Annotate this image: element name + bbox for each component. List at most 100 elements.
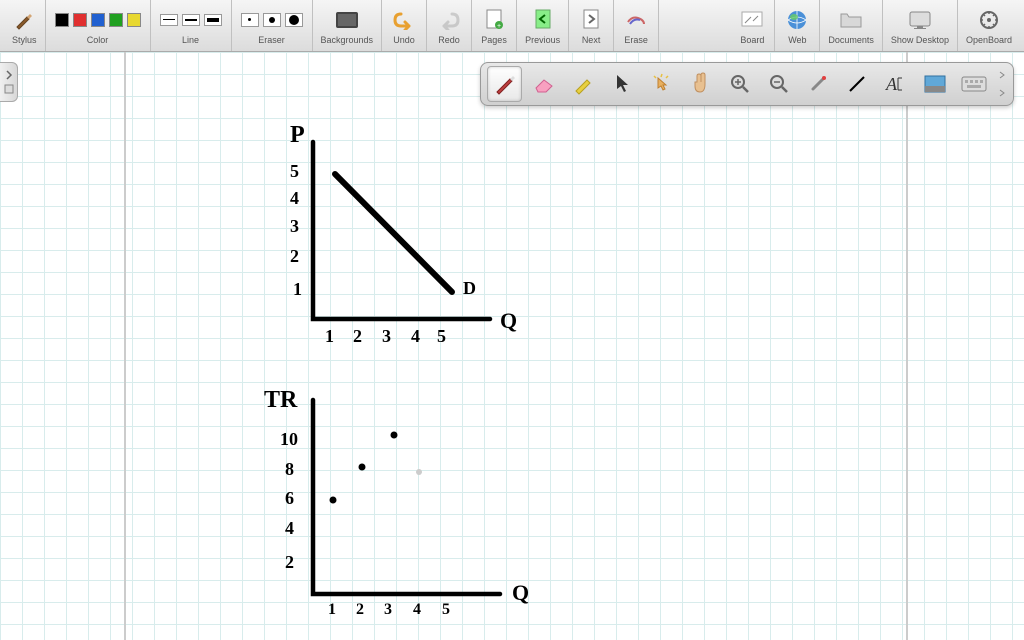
- page-mini-icon: [4, 84, 14, 94]
- erase-label: Erase: [624, 35, 648, 45]
- documents-group[interactable]: Documents: [820, 0, 883, 51]
- eraser-large[interactable]: [285, 13, 303, 27]
- pen-tool[interactable]: [487, 66, 522, 102]
- graph2-xlabel: Q: [512, 580, 529, 605]
- line-group[interactable]: Line: [151, 0, 232, 51]
- svg-text:10: 10: [280, 429, 298, 449]
- previous-icon: [529, 7, 557, 33]
- svg-text:8: 8: [285, 459, 294, 479]
- svg-text:3: 3: [290, 216, 299, 236]
- demand-label: D: [463, 278, 476, 298]
- graph1-xlabel: Q: [500, 308, 517, 333]
- highlighter-tool[interactable]: [565, 66, 600, 102]
- erase-group[interactable]: Erase: [614, 0, 659, 51]
- graph2-ylabel: TR: [264, 387, 298, 413]
- board-group[interactable]: Board: [730, 0, 775, 51]
- openboard-group[interactable]: OpenBoard: [958, 0, 1020, 51]
- pages-group[interactable]: + Pages: [472, 0, 517, 51]
- color-yellow[interactable]: [127, 13, 141, 27]
- undo-label: Undo: [393, 35, 415, 45]
- backgrounds-group[interactable]: Backgrounds: [313, 0, 383, 51]
- pages-icon: +: [480, 7, 508, 33]
- chevron-right-icon: [5, 70, 13, 80]
- svg-text:A: A: [885, 74, 898, 94]
- graph-1: P Q 5 4 3 2 1 1 2 3 4 5 D: [290, 122, 517, 346]
- color-blue[interactable]: [91, 13, 105, 27]
- openboard-icon: [975, 7, 1003, 33]
- previous-label: Previous: [525, 35, 560, 45]
- redo-group[interactable]: Redo: [427, 0, 472, 51]
- svg-text:3: 3: [382, 326, 391, 346]
- zoom-out-tool[interactable]: [761, 66, 796, 102]
- color-label: Color: [87, 35, 109, 45]
- previous-group[interactable]: Previous: [517, 0, 569, 51]
- pages-label: Pages: [481, 35, 507, 45]
- undo-group[interactable]: Undo: [382, 0, 427, 51]
- graph1-ylabel: P: [290, 122, 305, 148]
- svg-text:6: 6: [285, 488, 294, 508]
- svg-text:1: 1: [328, 601, 336, 618]
- color-green[interactable]: [109, 13, 123, 27]
- color-red[interactable]: [73, 13, 87, 27]
- next-label: Next: [582, 35, 601, 45]
- pointer-tool[interactable]: [605, 66, 640, 102]
- scatter-point-1: [330, 497, 337, 504]
- web-label: Web: [788, 35, 806, 45]
- zoom-in-tool[interactable]: [722, 66, 757, 102]
- show-desktop-icon: [906, 7, 934, 33]
- next-icon: [577, 7, 605, 33]
- capture-tool[interactable]: [918, 66, 953, 102]
- line-medium[interactable]: [182, 14, 200, 26]
- undo-icon: [390, 7, 418, 33]
- floating-toolbar[interactable]: A: [480, 62, 1014, 106]
- demand-line: [335, 174, 452, 292]
- svg-text:3: 3: [384, 601, 392, 618]
- board-label: Board: [740, 35, 764, 45]
- color-black[interactable]: [55, 13, 69, 27]
- interact-tool[interactable]: [644, 66, 679, 102]
- scatter-point-2: [359, 464, 366, 471]
- scatter-point-faint: [416, 469, 422, 475]
- canvas[interactable]: P Q 5 4 3 2 1 1 2 3 4 5 D TR: [0, 52, 1024, 640]
- svg-text:2: 2: [356, 601, 364, 618]
- eraser-small[interactable]: [241, 13, 259, 27]
- erase-icon: [622, 7, 650, 33]
- board-icon: [738, 7, 766, 33]
- eraser-group[interactable]: Eraser: [232, 0, 313, 51]
- graph-2: TR Q 10 8 6 4 2 1 2 3 4 5: [264, 387, 529, 618]
- eraser-label: Eraser: [258, 35, 285, 45]
- next-group[interactable]: Next: [569, 0, 614, 51]
- redo-label: Redo: [438, 35, 460, 45]
- web-group[interactable]: Web: [775, 0, 820, 51]
- backgrounds-icon: [333, 7, 361, 33]
- svg-text:5: 5: [437, 326, 446, 346]
- laser-tool[interactable]: [800, 66, 835, 102]
- color-group[interactable]: Color: [46, 0, 151, 51]
- line-label: Line: [182, 35, 199, 45]
- main-toolbar: Stylus Color Line Eraser: [0, 0, 1024, 52]
- keyboard-tool[interactable]: [957, 66, 992, 102]
- hand-tool[interactable]: [683, 66, 718, 102]
- text-tool[interactable]: A: [879, 66, 914, 102]
- stylus-label: Stylus: [12, 35, 37, 45]
- svg-text:4: 4: [290, 188, 299, 208]
- line-thick[interactable]: [204, 14, 222, 26]
- svg-text:4: 4: [285, 518, 294, 538]
- eraser-medium[interactable]: [263, 13, 281, 27]
- svg-text:4: 4: [413, 601, 421, 618]
- svg-text:1: 1: [325, 326, 334, 346]
- side-panel-toggle[interactable]: [0, 62, 18, 102]
- documents-label: Documents: [828, 35, 874, 45]
- svg-text:4: 4: [411, 326, 420, 346]
- show-desktop-group[interactable]: Show Desktop: [883, 0, 958, 51]
- svg-text:5: 5: [290, 161, 299, 181]
- line-thin[interactable]: [160, 14, 178, 26]
- scatter-point-3: [391, 432, 398, 439]
- redo-icon: [435, 7, 463, 33]
- stylus-group[interactable]: Stylus: [4, 0, 46, 51]
- backgrounds-label: Backgrounds: [321, 35, 374, 45]
- eraser-tool[interactable]: [526, 66, 561, 102]
- toolbar-expand-icon[interactable]: [996, 69, 1007, 99]
- svg-text:2: 2: [285, 552, 294, 572]
- line-tool[interactable]: [839, 66, 874, 102]
